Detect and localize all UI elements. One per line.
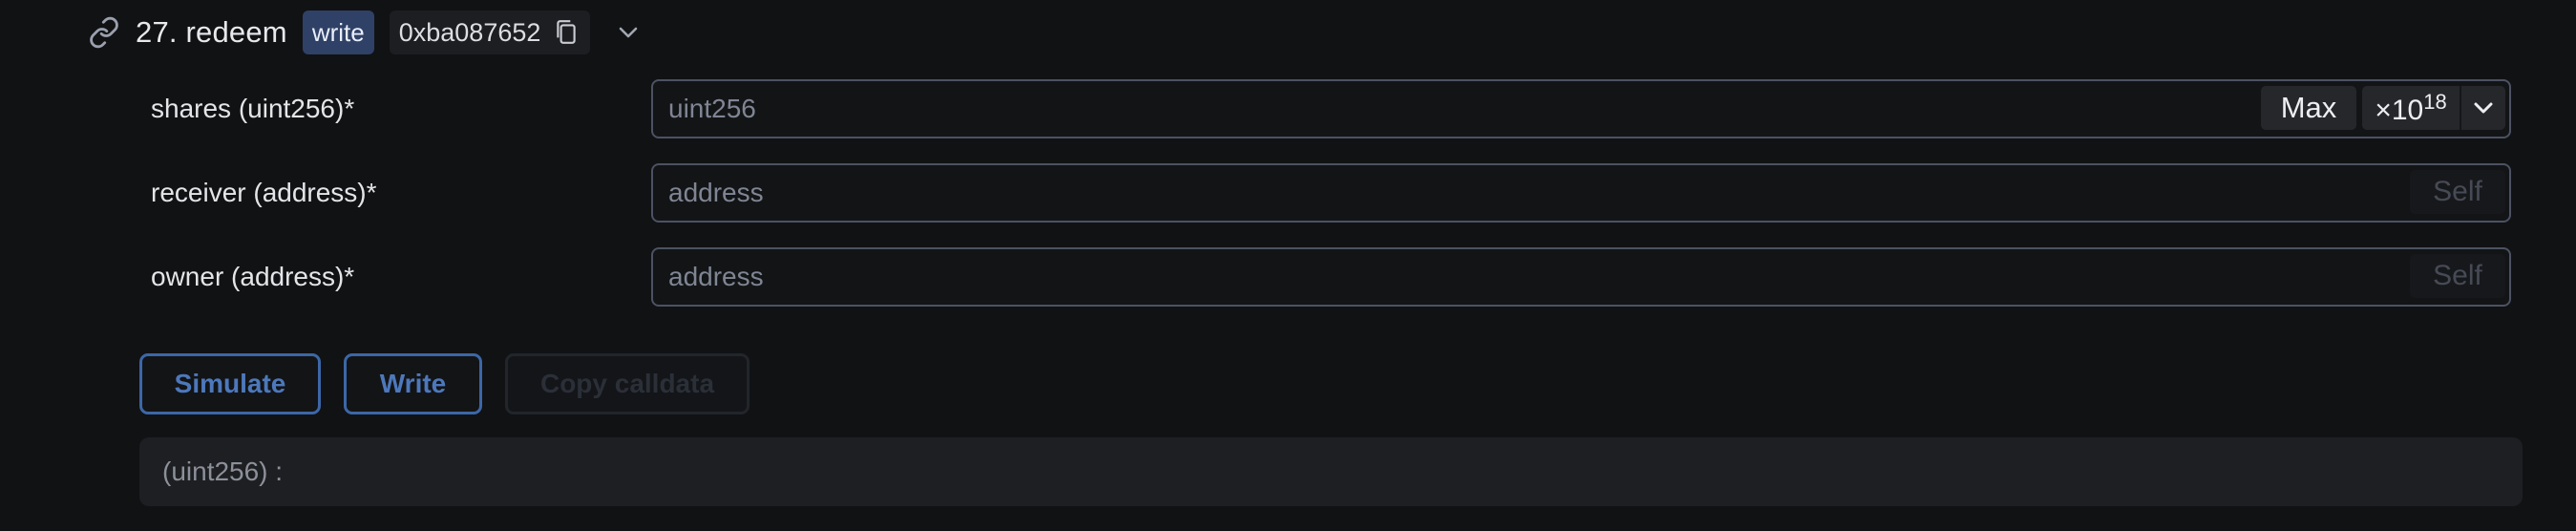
chevron-down-icon — [2461, 101, 2505, 115]
copy-icon[interactable] — [552, 18, 581, 47]
output-text: (uint256) : — [162, 457, 284, 486]
contract-address: 0xba087652 — [398, 17, 541, 47]
shares-input[interactable] — [668, 81, 2101, 136]
max-button[interactable]: Max — [2261, 86, 2356, 130]
shares-label: shares (uint256)* — [151, 94, 355, 123]
field-row-owner: owner (address)* Self — [151, 247, 2511, 307]
contract-method-panel: 27. redeem write 0xba087652 shares (uint… — [0, 0, 2576, 531]
shares-field: Max ×1018 — [651, 79, 2511, 138]
method-title: 27. redeem — [136, 15, 287, 49]
field-row-shares: shares (uint256)* Max ×1018 — [151, 79, 2511, 138]
contract-address-chip[interactable]: 0xba087652 — [389, 11, 591, 54]
expand-toggle[interactable] — [609, 11, 647, 54]
copy-calldata-button[interactable]: Copy calldata — [505, 353, 750, 414]
owner-field: Self — [651, 247, 2511, 307]
unit-multiplier-value: ×1018 — [2375, 89, 2447, 126]
simulate-button[interactable]: Simulate — [139, 353, 321, 414]
action-buttons: Simulate Write Copy calldata — [139, 353, 750, 414]
receiver-self-button[interactable]: Self — [2410, 170, 2505, 214]
owner-self-button[interactable]: Self — [2410, 254, 2505, 298]
owner-input[interactable] — [668, 249, 2101, 304]
receiver-field: Self — [651, 163, 2511, 223]
link-icon[interactable] — [86, 14, 122, 51]
write-badge: write — [302, 11, 374, 54]
receiver-label: receiver (address)* — [151, 178, 377, 207]
method-header: 27. redeem write 0xba087652 — [86, 10, 647, 55]
owner-label: owner (address)* — [151, 262, 355, 291]
field-row-receiver: receiver (address)* Self — [151, 163, 2511, 223]
unit-multiplier-select[interactable]: ×1018 — [2362, 86, 2505, 130]
write-button[interactable]: Write — [344, 353, 482, 414]
receiver-input[interactable] — [668, 165, 2101, 220]
chevron-down-icon — [618, 26, 639, 39]
output-panel: (uint256) : — [139, 437, 2523, 506]
